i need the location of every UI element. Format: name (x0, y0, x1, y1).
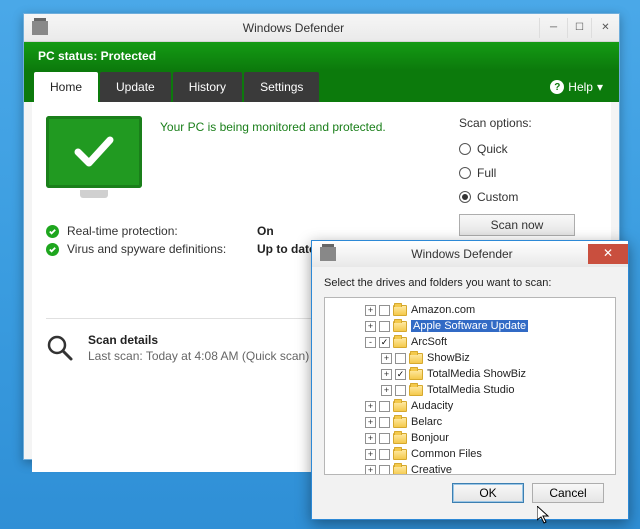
tab-update[interactable]: Update (100, 72, 171, 102)
expand-icon[interactable]: + (365, 417, 376, 428)
dialog-title: Windows Defender (336, 247, 588, 261)
tab-settings[interactable]: Settings (244, 72, 319, 102)
tree-item-label: Belarc (411, 416, 442, 428)
checkbox[interactable] (379, 337, 390, 348)
expand-icon[interactable]: + (365, 449, 376, 460)
maximize-button[interactable]: ☐ (567, 18, 591, 38)
tree-item[interactable]: + Common Files (325, 446, 615, 462)
expand-icon[interactable]: + (381, 369, 392, 380)
tree-item-label: TotalMedia Studio (427, 384, 514, 396)
folder-icon (409, 385, 423, 396)
tree-item-label: Common Files (411, 448, 482, 460)
monitored-text: Your PC is being monitored and protected… (160, 116, 386, 188)
castle-icon (320, 247, 336, 261)
folder-icon (393, 433, 407, 444)
dialog-instruction: Select the drives and folders you want t… (324, 277, 616, 289)
tree-item-label: Apple Software Update (411, 320, 528, 332)
checkbox[interactable] (379, 401, 390, 412)
folder-icon (393, 401, 407, 412)
checkbox[interactable] (379, 417, 390, 428)
tree-item-label: Bonjour (411, 432, 449, 444)
check-icon (46, 243, 59, 256)
radio-custom[interactable]: Custom (459, 190, 589, 204)
castle-icon (32, 21, 48, 35)
pc-status-bar: PC status: Protected (24, 42, 619, 70)
radio-icon (459, 143, 471, 155)
tree-item[interactable]: + Bonjour (325, 430, 615, 446)
protected-monitor-icon (46, 116, 142, 188)
magnifier-icon (46, 334, 74, 362)
close-button[interactable]: ✕ (591, 18, 619, 38)
tree-item-label: Amazon.com (411, 304, 475, 316)
expand-icon[interactable]: + (381, 385, 392, 396)
check-icon (46, 225, 59, 238)
tree-item[interactable]: - ArcSoft (325, 334, 615, 350)
expand-icon[interactable]: + (381, 353, 392, 364)
tree-item[interactable]: + Amazon.com (325, 302, 615, 318)
folder-icon (393, 305, 407, 316)
folder-tree[interactable]: + Amazon.com + Apple Software Update - ArcSof… (324, 297, 616, 475)
checkmark-icon (72, 130, 116, 174)
folder-icon (393, 465, 407, 476)
expand-icon[interactable]: + (365, 465, 376, 476)
checkbox[interactable] (395, 353, 406, 364)
folder-icon (409, 353, 423, 364)
tree-item-label: Creative (411, 464, 452, 475)
checkbox[interactable] (379, 465, 390, 476)
help-icon: ? (550, 80, 564, 94)
scan-options-panel: Scan options: Quick Full Custom Scan now (459, 116, 589, 236)
checkbox[interactable] (395, 369, 406, 380)
folder-icon (393, 321, 407, 332)
ok-button[interactable]: OK (452, 483, 524, 503)
scan-options-title: Scan options: (459, 116, 589, 130)
tree-item-label: Audacity (411, 400, 453, 412)
tab-home[interactable]: Home (34, 72, 98, 102)
cancel-button[interactable]: Cancel (532, 483, 604, 503)
folder-icon (393, 449, 407, 460)
main-titlebar[interactable]: Windows Defender ─ ☐ ✕ (24, 14, 619, 42)
expand-icon[interactable]: + (365, 321, 376, 332)
help-link[interactable]: ? Help ▾ (550, 80, 609, 94)
chevron-down-icon: ▾ (597, 80, 603, 94)
expand-icon[interactable]: + (365, 401, 376, 412)
tree-item[interactable]: + Apple Software Update (325, 318, 615, 334)
checkbox[interactable] (395, 385, 406, 396)
tab-row: Home Update History Settings ? Help ▾ (24, 70, 619, 102)
checkbox[interactable] (379, 449, 390, 460)
dialog-titlebar[interactable]: Windows Defender ✕ (312, 241, 628, 267)
radio-icon (459, 191, 471, 203)
checkbox[interactable] (379, 433, 390, 444)
folder-icon (393, 337, 407, 348)
radio-icon (459, 167, 471, 179)
tree-item-label: ShowBiz (427, 352, 470, 364)
help-label: Help (568, 80, 593, 94)
expand-icon[interactable]: + (365, 433, 376, 444)
folder-select-dialog: Windows Defender ✕ Select the drives and… (311, 240, 629, 520)
folder-icon (393, 417, 407, 428)
checkbox[interactable] (379, 321, 390, 332)
tree-item-label: ArcSoft (411, 336, 447, 348)
scan-now-button[interactable]: Scan now (459, 214, 575, 236)
dialog-close-button[interactable]: ✕ (588, 244, 628, 264)
tree-item[interactable]: + Belarc (325, 414, 615, 430)
main-window-title: Windows Defender (48, 21, 539, 35)
tree-item[interactable]: + ShowBiz (325, 350, 615, 366)
tab-history[interactable]: History (173, 72, 242, 102)
scan-details-subtitle: Last scan: Today at 4:08 AM (Quick scan) (88, 349, 309, 363)
tree-item-label: TotalMedia ShowBiz (427, 368, 526, 380)
radio-quick[interactable]: Quick (459, 142, 589, 156)
collapse-icon[interactable]: - (365, 337, 376, 348)
radio-full[interactable]: Full (459, 166, 589, 180)
tree-item[interactable]: + Creative (325, 462, 615, 475)
tree-item[interactable]: + Audacity (325, 398, 615, 414)
scan-details-title: Scan details (88, 333, 309, 347)
folder-icon (409, 369, 423, 380)
checkbox[interactable] (379, 305, 390, 316)
minimize-button[interactable]: ─ (539, 18, 567, 38)
tree-item[interactable]: + TotalMedia Studio (325, 382, 615, 398)
tree-item[interactable]: + TotalMedia ShowBiz (325, 366, 615, 382)
expand-icon[interactable]: + (365, 305, 376, 316)
